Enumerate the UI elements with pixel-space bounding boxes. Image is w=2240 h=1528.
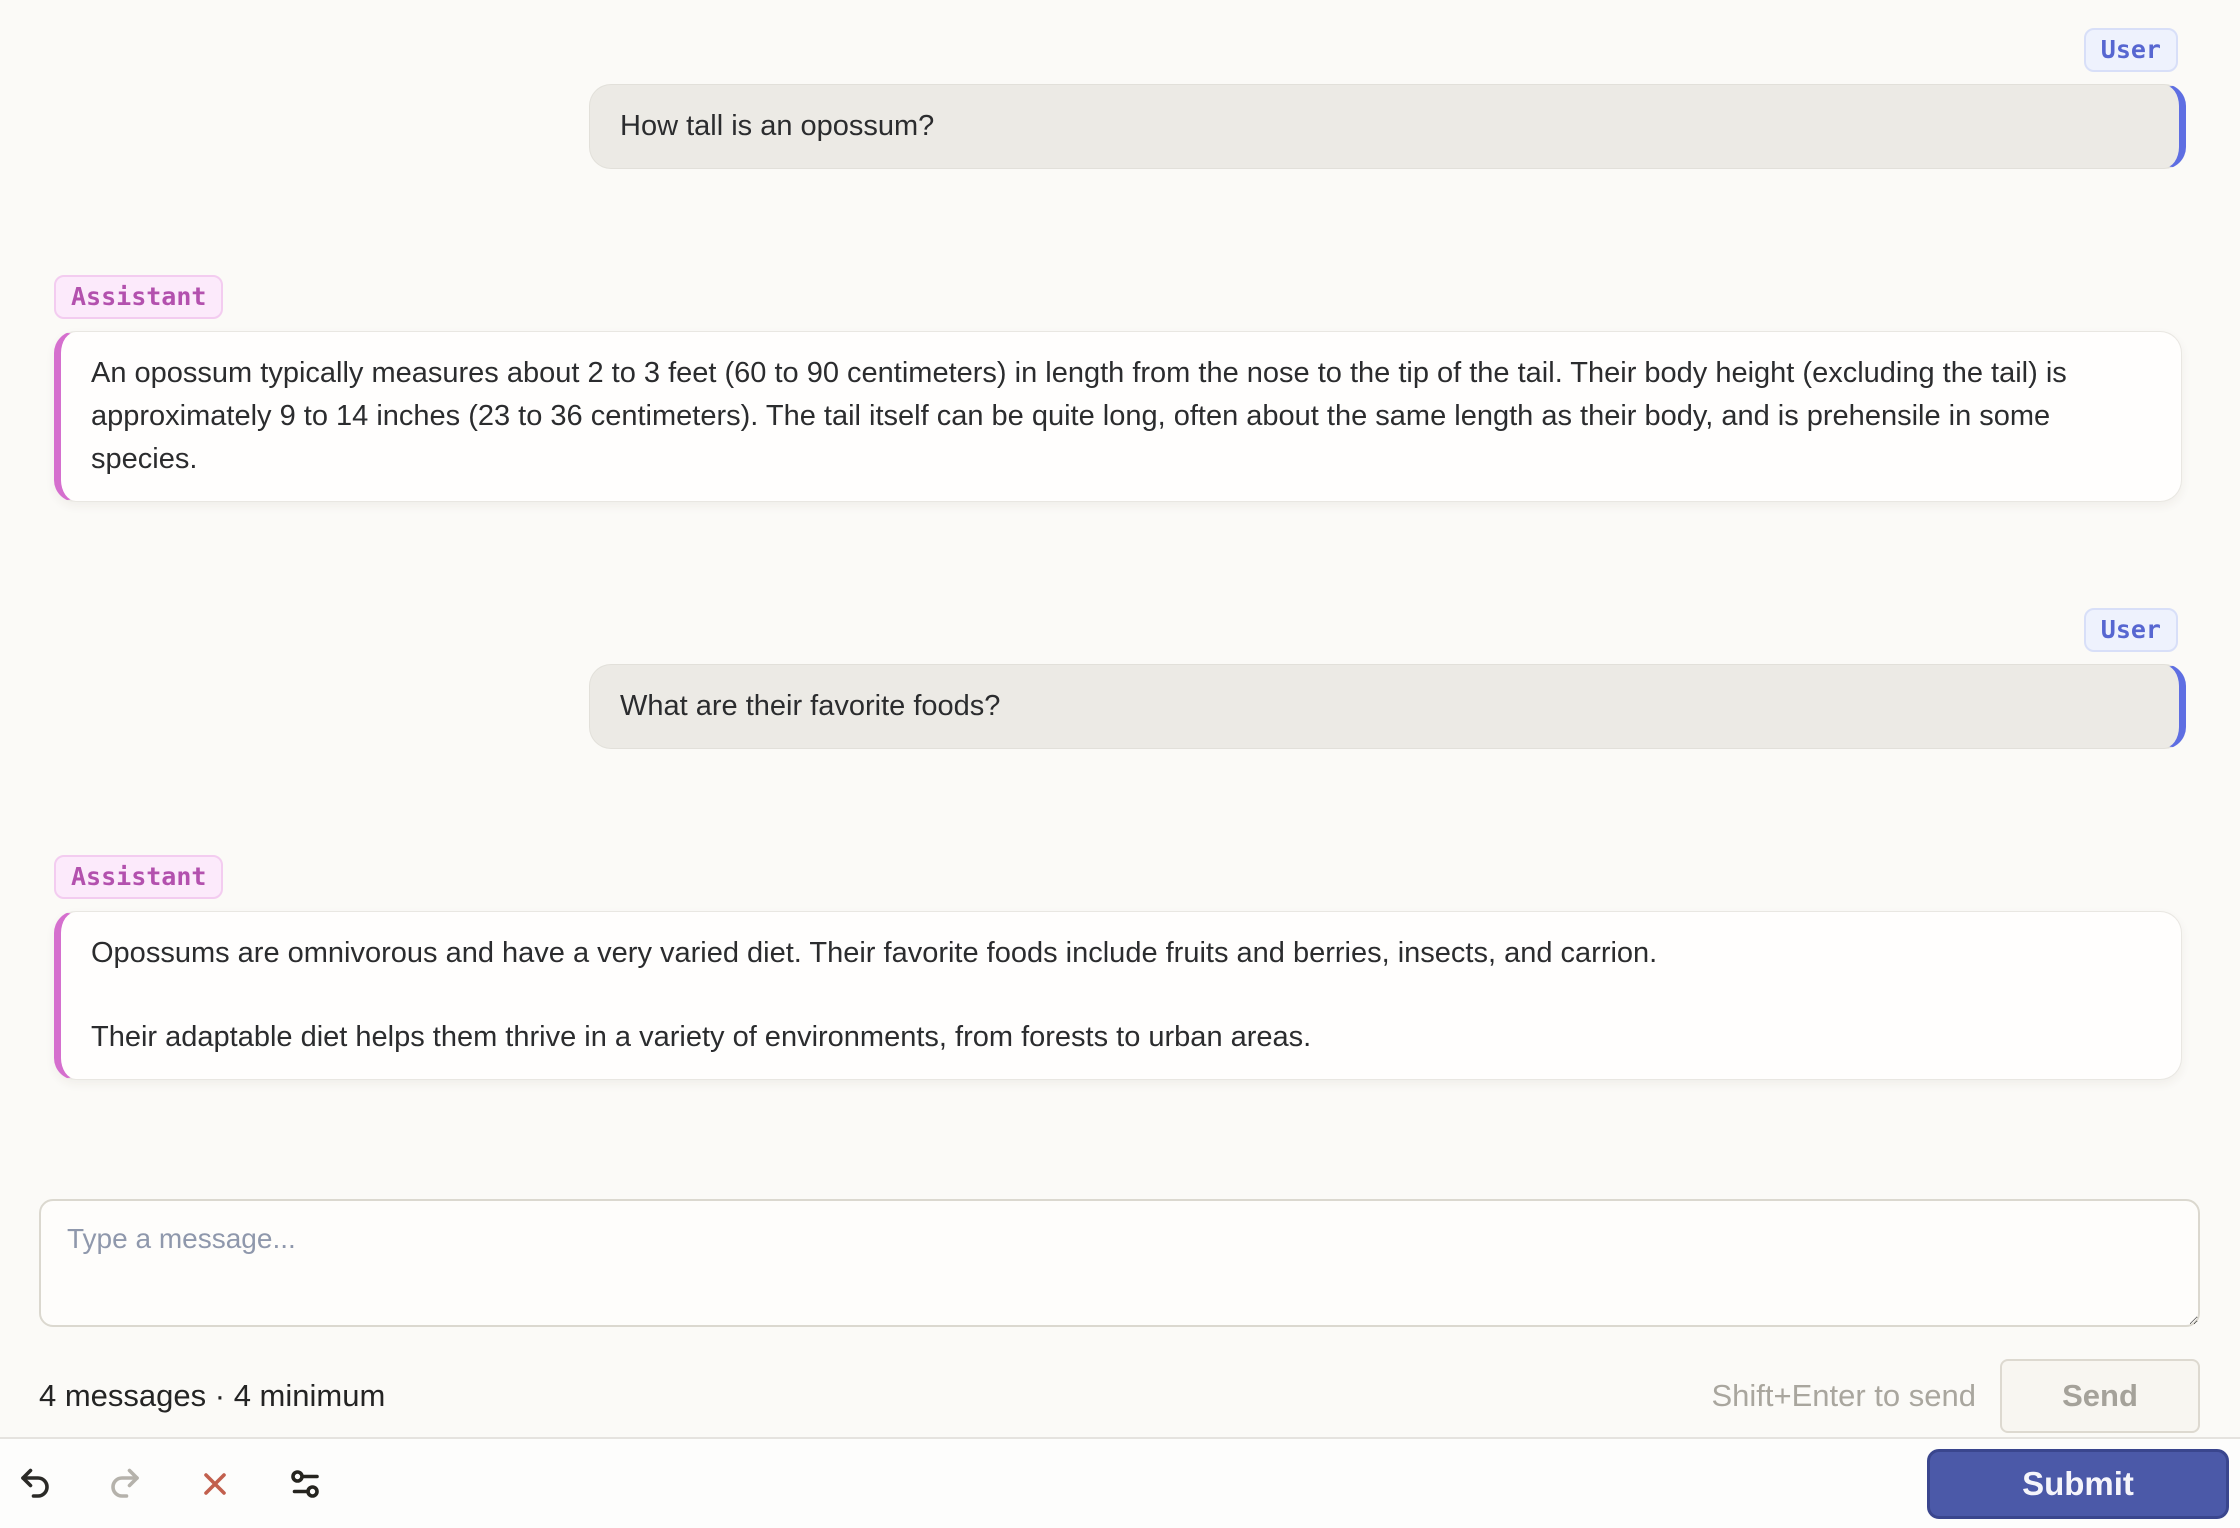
role-badge-assistant: Assistant [54,275,224,319]
send-button[interactable]: Send [2000,1359,2200,1433]
message-row-user: User How tall is an opossum? [54,28,2186,169]
send-shortcut-hint: Shift+Enter to send [1711,1378,1976,1413]
redo-button[interactable] [106,1465,144,1503]
composer: 4 messages · 4 minimum Shift+Enter to se… [39,1199,2200,1433]
message-input[interactable] [39,1199,2200,1327]
delete-button[interactable] [196,1465,234,1503]
message-row-assistant: Assistant An opossum typically measures … [54,275,2186,502]
message-text: How tall is an opossum? [620,110,935,142]
composer-status-row: 4 messages · 4 minimum Shift+Enter to se… [39,1359,2200,1433]
message-row-user: User What are their favorite foods? [54,608,2186,749]
submit-button[interactable]: Submit [1927,1448,2229,1519]
close-icon [204,1472,226,1495]
redo-icon [111,1468,139,1498]
undo-button[interactable] [16,1465,54,1503]
role-badge-user: User [2083,28,2178,72]
message-text: What are their favorite foods? [620,690,1001,722]
user-message-bubble[interactable]: What are their favorite foods? [589,664,2186,749]
footer-toolbar: Submit [0,1437,2240,1528]
message-text: Opossums are omnivorous and have a very … [91,937,1658,969]
assistant-message-bubble[interactable]: An opossum typically measures about 2 to… [54,331,2182,502]
message-text: Their adaptable diet helps them thrive i… [91,1021,1312,1053]
chat-transcript: User How tall is an opossum? Assistant A… [0,0,2240,1080]
message-count-status: 4 messages · 4 minimum [39,1378,386,1413]
user-message-bubble[interactable]: How tall is an opossum? [589,84,2186,169]
settings-icon [291,1469,319,1498]
assistant-message-bubble[interactable]: Opossums are omnivorous and have a very … [54,911,2182,1080]
role-badge-assistant: Assistant [54,855,224,899]
settings-button[interactable] [286,1465,324,1503]
message-row-assistant: Assistant Opossums are omnivorous and ha… [54,855,2186,1080]
undo-icon [21,1468,49,1498]
role-badge-user: User [2083,608,2178,652]
message-text: An opossum typically measures about 2 to… [91,357,2067,475]
